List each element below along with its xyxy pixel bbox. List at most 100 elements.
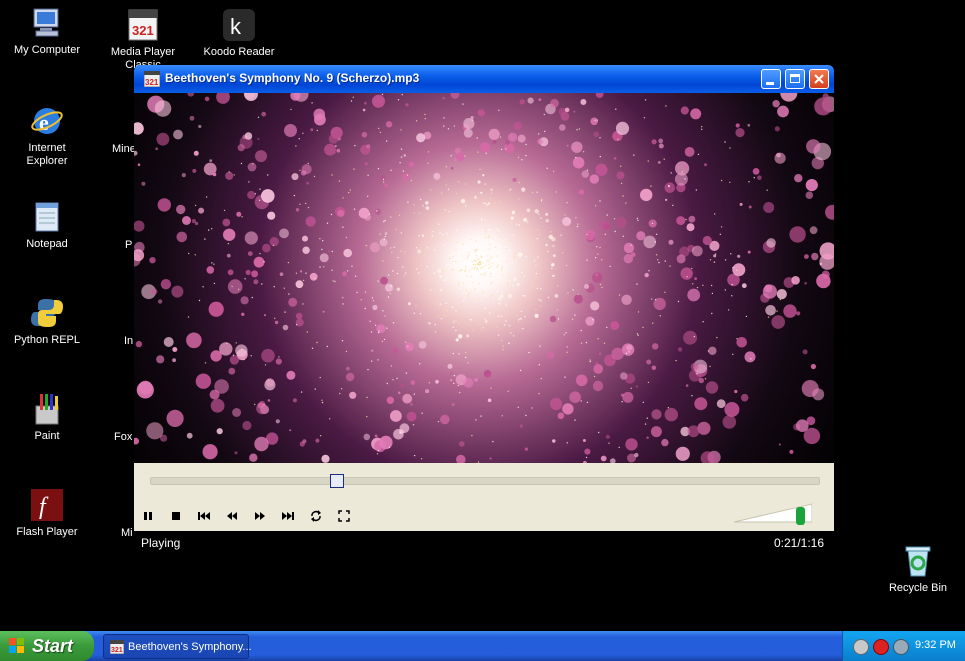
sparkle <box>302 279 305 282</box>
sparkle <box>465 292 467 294</box>
window-title: Beethoven's Symphony No. 9 (Scherzo).mp3 <box>165 71 420 85</box>
sparkle <box>426 247 429 249</box>
volume-thumb[interactable] <box>796 507 805 525</box>
sparkle <box>622 195 624 197</box>
sparkle <box>383 181 385 183</box>
sparkle <box>494 237 497 239</box>
sparkle <box>677 300 680 303</box>
particle <box>173 129 183 140</box>
sparkle <box>295 145 297 147</box>
seek-bar[interactable] <box>150 477 820 485</box>
desktop-icon-internet-explorer[interactable]: e Internet Explorer <box>7 104 87 168</box>
skip-forward-icon <box>282 512 294 520</box>
pause-button[interactable] <box>139 508 157 524</box>
particle <box>774 126 780 132</box>
desktop-icon-flash-player[interactable]: f Flash Player <box>7 488 87 539</box>
sparkle <box>194 254 196 256</box>
desktop-icon-koodo[interactable]: k Koodo Reader <box>199 8 279 59</box>
previous-button[interactable] <box>195 508 213 524</box>
fast-forward-button[interactable] <box>251 508 269 524</box>
sparkle <box>513 256 516 258</box>
sparkle <box>475 275 477 277</box>
sparkle <box>520 310 523 313</box>
sparkle <box>476 258 479 261</box>
particle <box>556 308 559 311</box>
sparkle <box>488 312 491 314</box>
sparkle <box>342 296 344 299</box>
particle <box>210 398 225 413</box>
desktop-icon-my-computer[interactable]: My Computer <box>7 6 87 57</box>
particle <box>573 110 576 113</box>
rewind-button[interactable] <box>223 508 241 524</box>
sparkle <box>384 219 386 222</box>
particle <box>748 205 752 209</box>
sparkle <box>502 345 504 347</box>
sparkle <box>655 233 658 235</box>
fullscreen-button[interactable] <box>335 508 353 524</box>
stop-button[interactable] <box>167 508 185 524</box>
visualization-area[interactable] <box>134 93 834 463</box>
sparkle <box>500 269 503 272</box>
sparkle <box>496 326 498 328</box>
sparkle <box>646 417 648 419</box>
sparkle <box>594 205 597 207</box>
sparkle <box>664 260 666 262</box>
repeat-icon <box>311 510 321 522</box>
desktop-icon-paint[interactable]: Paint <box>7 392 87 443</box>
sparkle <box>504 246 507 249</box>
sparkle <box>518 198 520 200</box>
particle <box>634 452 639 458</box>
media-player-window[interactable]: 321 Beethoven's Symphony No. 9 (Scherzo)… <box>134 65 834 555</box>
network-icon[interactable] <box>853 639 869 655</box>
particle <box>425 201 429 205</box>
sparkle <box>475 239 477 242</box>
particle <box>398 429 404 435</box>
maximize-button[interactable] <box>785 69 805 89</box>
minimize-button[interactable] <box>761 69 781 89</box>
sparkle <box>427 162 429 164</box>
particle <box>346 366 350 371</box>
sparkle <box>574 314 576 316</box>
security-alert-icon[interactable] <box>873 639 889 655</box>
sparkle <box>474 249 477 252</box>
sparkle <box>384 315 386 317</box>
desktop-icon-notepad[interactable]: Notepad <box>7 200 87 251</box>
particle <box>333 151 336 154</box>
particle <box>390 410 402 422</box>
volume-icon[interactable] <box>893 639 909 655</box>
sparkle <box>484 318 486 320</box>
sparkle <box>724 289 726 291</box>
sparkle <box>326 222 329 224</box>
particle <box>228 367 236 375</box>
close-button[interactable] <box>809 69 829 89</box>
desktop-icon-python[interactable]: Python REPL <box>7 296 87 347</box>
particle <box>801 380 819 397</box>
sparkle <box>211 228 213 230</box>
sparkle <box>377 449 380 452</box>
next-button[interactable] <box>279 508 297 524</box>
sparkle <box>458 258 460 260</box>
start-button[interactable]: Start <box>0 631 94 661</box>
sparkle <box>389 247 392 249</box>
sparkle <box>418 272 420 274</box>
seek-thumb[interactable] <box>330 474 345 488</box>
sparkle <box>491 281 493 284</box>
sparkle <box>520 267 522 270</box>
sparkle <box>628 351 630 353</box>
desktop-icon-media-player[interactable]: 321 Media Player Classic <box>103 8 183 72</box>
sparkle <box>508 278 510 280</box>
repeat-button[interactable] <box>307 508 325 524</box>
sparkle <box>288 293 290 295</box>
window-titlebar[interactable]: 321 Beethoven's Symphony No. 9 (Scherzo)… <box>134 65 834 93</box>
sparkle <box>453 374 456 377</box>
sparkle <box>521 159 523 161</box>
sparkle <box>354 144 356 147</box>
particle <box>551 263 555 267</box>
sparkle <box>478 263 480 265</box>
taskbar-item-media-player[interactable]: 321 Beethoven's Symphony... <box>103 634 252 659</box>
particle <box>182 216 191 225</box>
desktop-icon-recycle-bin[interactable]: Recycle Bin <box>878 544 958 595</box>
particle <box>396 287 400 291</box>
particle <box>193 150 199 156</box>
sparkle <box>231 285 233 288</box>
